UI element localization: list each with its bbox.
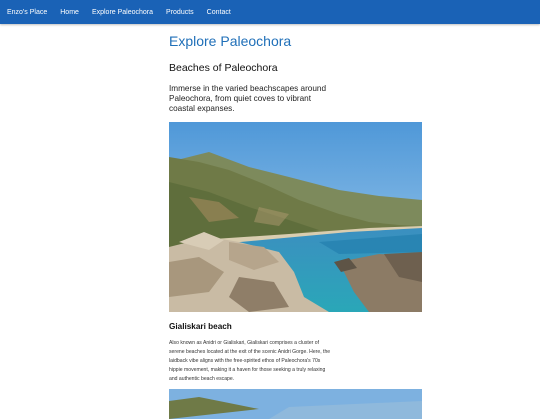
nav-home-link[interactable]: Home: [60, 9, 79, 16]
page-title: Explore Paleochora: [169, 33, 292, 49]
beach-photo: [169, 122, 422, 312]
beach-photo-2: [169, 389, 422, 419]
section-title: Beaches of Paleochora: [169, 62, 278, 74]
intro-text: Immerse in the varied beachscapes around…: [169, 84, 327, 113]
top-navbar: Enzo's Place Home Explore Paleochora Pro…: [0, 0, 540, 24]
nav-products-link[interactable]: Products: [166, 9, 194, 16]
nav-explore-link[interactable]: Explore Paleochora: [92, 9, 153, 16]
nav-brand-link[interactable]: Enzo's Place: [7, 9, 47, 16]
main-content: Explore Paleochora Beaches of Paleochora…: [169, 24, 422, 419]
nav-contact-link[interactable]: Contact: [207, 9, 231, 16]
beach-description: Also known as Anidri or Gialiskari, Gial…: [169, 340, 331, 382]
beach-name: Gialiskari beach: [169, 322, 232, 331]
